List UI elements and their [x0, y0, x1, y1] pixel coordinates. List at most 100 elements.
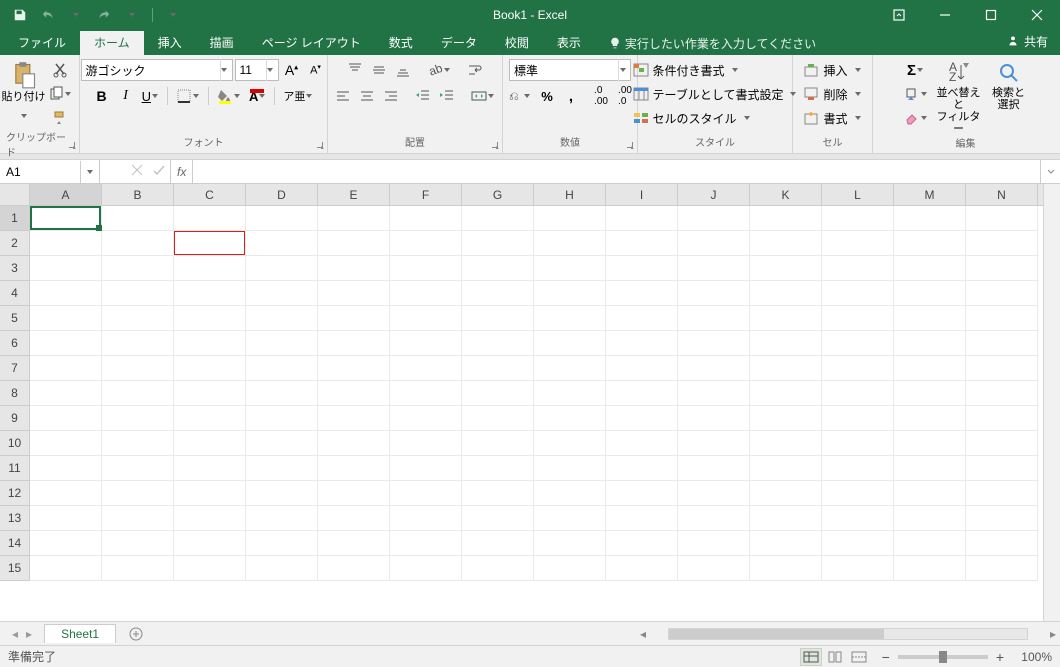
cell[interactable] — [822, 556, 894, 581]
cell[interactable] — [390, 281, 462, 306]
cell[interactable] — [894, 456, 966, 481]
cell[interactable] — [894, 306, 966, 331]
cell[interactable] — [534, 231, 606, 256]
cell[interactable] — [102, 306, 174, 331]
cell[interactable] — [894, 556, 966, 581]
cell[interactable] — [678, 206, 750, 231]
cell[interactable] — [606, 531, 678, 556]
cell[interactable] — [750, 456, 822, 481]
cell[interactable] — [174, 381, 246, 406]
font-name-combo[interactable]: 游ゴシック — [81, 59, 233, 81]
orientation-button[interactable]: ab — [424, 59, 454, 81]
cell[interactable] — [30, 256, 102, 281]
cell[interactable] — [390, 556, 462, 581]
redo-button[interactable] — [92, 3, 116, 27]
cell[interactable] — [246, 431, 318, 456]
paste-button[interactable]: 貼り付け — [5, 59, 43, 127]
cell[interactable] — [534, 431, 606, 456]
cell[interactable] — [534, 556, 606, 581]
cell[interactable] — [462, 256, 534, 281]
cell[interactable] — [678, 281, 750, 306]
cell[interactable] — [822, 481, 894, 506]
minimize-button[interactable] — [922, 0, 968, 29]
cell[interactable] — [30, 231, 102, 256]
cell[interactable] — [390, 406, 462, 431]
cell[interactable] — [606, 456, 678, 481]
close-button[interactable] — [1014, 0, 1060, 29]
cell[interactable] — [822, 306, 894, 331]
cell[interactable] — [462, 406, 534, 431]
cell[interactable] — [534, 531, 606, 556]
cell[interactable] — [102, 281, 174, 306]
cell[interactable] — [102, 331, 174, 356]
cell[interactable] — [966, 531, 1038, 556]
cell[interactable] — [174, 281, 246, 306]
cell[interactable] — [750, 431, 822, 456]
hscroll-left[interactable]: ◂ — [636, 627, 650, 641]
cell[interactable] — [966, 281, 1038, 306]
cell[interactable] — [318, 231, 390, 256]
cell[interactable] — [894, 281, 966, 306]
cell[interactable] — [966, 406, 1038, 431]
cell[interactable] — [750, 206, 822, 231]
cell[interactable] — [966, 306, 1038, 331]
cell[interactable] — [318, 256, 390, 281]
cell[interactable] — [174, 431, 246, 456]
page-layout-view-button[interactable] — [824, 648, 846, 666]
cell[interactable] — [390, 456, 462, 481]
cell[interactable] — [462, 206, 534, 231]
cell[interactable] — [606, 431, 678, 456]
row-header[interactable]: 13 — [0, 506, 30, 531]
zoom-level[interactable]: 100% — [1012, 650, 1052, 664]
cell[interactable] — [102, 381, 174, 406]
cell[interactable] — [318, 331, 390, 356]
cell[interactable] — [30, 206, 102, 231]
align-top-button[interactable] — [344, 59, 366, 81]
add-sheet-button[interactable] — [124, 622, 148, 646]
cell[interactable] — [246, 206, 318, 231]
copy-button[interactable] — [45, 83, 75, 105]
cell[interactable] — [822, 331, 894, 356]
cell[interactable] — [966, 256, 1038, 281]
vertical-scrollbar[interactable] — [1043, 184, 1060, 621]
cell[interactable] — [30, 481, 102, 506]
row-header[interactable]: 1 — [0, 206, 30, 231]
cell[interactable] — [966, 456, 1038, 481]
cell[interactable] — [606, 256, 678, 281]
shrink-font-button[interactable]: A▾ — [305, 59, 327, 81]
cell[interactable] — [606, 331, 678, 356]
insert-cells-button[interactable]: 挿入 — [801, 59, 863, 81]
cell[interactable] — [30, 556, 102, 581]
format-cells-button[interactable]: 書式 — [801, 107, 863, 129]
zoom-out-button[interactable]: − — [882, 649, 890, 665]
cell[interactable] — [894, 531, 966, 556]
cell[interactable] — [678, 231, 750, 256]
cell[interactable] — [318, 431, 390, 456]
cell[interactable] — [606, 406, 678, 431]
alignment-dialog-launcher[interactable] — [488, 138, 500, 150]
cell[interactable] — [894, 381, 966, 406]
cell[interactable] — [174, 306, 246, 331]
cell[interactable] — [246, 281, 318, 306]
row-header[interactable]: 10 — [0, 431, 30, 456]
underline-button[interactable]: U — [139, 85, 162, 107]
cell[interactable] — [102, 406, 174, 431]
cell[interactable] — [390, 256, 462, 281]
comma-button[interactable]: , — [560, 85, 582, 107]
column-header[interactable]: B — [102, 184, 174, 205]
cell[interactable] — [894, 206, 966, 231]
cell[interactable] — [246, 556, 318, 581]
cell[interactable] — [534, 456, 606, 481]
save-button[interactable] — [8, 3, 32, 27]
cell[interactable] — [966, 381, 1038, 406]
cell[interactable] — [678, 431, 750, 456]
redo-dropdown[interactable] — [120, 3, 144, 27]
cell[interactable] — [534, 256, 606, 281]
cell[interactable] — [30, 456, 102, 481]
cell[interactable] — [822, 531, 894, 556]
row-header[interactable]: 6 — [0, 331, 30, 356]
cell[interactable] — [318, 356, 390, 381]
cell[interactable] — [30, 531, 102, 556]
cell[interactable] — [534, 331, 606, 356]
cell[interactable] — [822, 281, 894, 306]
